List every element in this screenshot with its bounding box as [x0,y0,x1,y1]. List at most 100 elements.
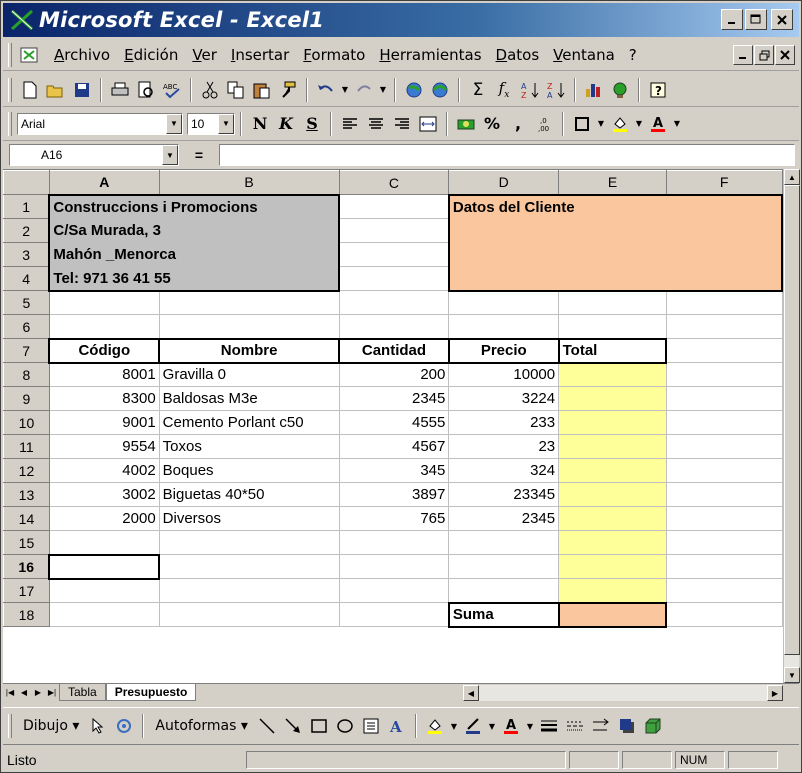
borders-dropdown-icon[interactable]: ▼ [596,112,606,136]
doc-close-button[interactable] [775,45,795,65]
chevron-down-icon[interactable]: ▼ [218,113,234,134]
function-icon[interactable]: fx [492,78,516,102]
total-cell[interactable] [558,386,667,411]
cantidad-cell[interactable]: 4555 [338,410,450,435]
cell[interactable] [448,314,560,339]
cell[interactable] [665,362,783,387]
client-data-cell[interactable] [447,242,783,267]
close-button[interactable] [771,9,793,30]
cell[interactable] [48,530,160,555]
cell[interactable] [665,482,783,507]
cut-icon[interactable] [198,78,222,102]
row-header[interactable]: 17 [3,578,50,603]
text-box-icon[interactable] [359,714,383,738]
row-header[interactable]: 7 [3,338,50,363]
total-cell[interactable] [558,482,667,507]
wordart-icon[interactable]: A [385,714,409,738]
nombre-cell[interactable]: Boques [158,458,340,483]
row-header[interactable]: 9 [3,386,50,411]
menu-herramientas[interactable]: Herramientas [372,46,488,64]
print-icon[interactable] [108,78,132,102]
header-codigo-cell[interactable]: Código [48,337,161,364]
free-rotate-icon[interactable] [112,714,136,738]
cell[interactable] [665,314,783,339]
cell[interactable] [338,290,450,315]
align-right-icon[interactable] [390,112,414,136]
nombre-cell[interactable]: Cemento Porlant c50 [158,410,340,435]
dibujo-menu-button[interactable]: Dibujo ▾ [17,718,85,734]
sort-asc-icon[interactable]: AZ [518,78,542,102]
menu-ventana[interactable]: Ventana [546,46,622,64]
precio-cell[interactable]: 324 [448,458,560,483]
cell[interactable] [665,554,783,579]
font-color-icon[interactable]: A [499,714,523,738]
header-nombre-cell[interactable]: Nombre [158,337,341,364]
cell[interactable] [558,314,667,339]
arrow-tool-icon[interactable] [281,714,305,738]
scroll-thumb[interactable] [784,185,800,655]
excel-app-icon[interactable] [7,6,37,34]
align-center-icon[interactable] [364,112,388,136]
cell[interactable] [158,530,340,555]
cell[interactable] [448,578,560,603]
cell[interactable] [158,578,340,603]
cantidad-cell[interactable]: 765 [338,506,450,531]
italic-icon[interactable]: K [274,112,298,136]
company-city-cell[interactable]: Mahón _Menorca [48,242,341,267]
header-cantidad-cell[interactable]: Cantidad [338,337,450,364]
codigo-cell[interactable]: 9001 [48,410,160,435]
open-icon[interactable] [44,78,68,102]
cell[interactable] [48,290,160,315]
row-header[interactable]: 12 [3,458,50,483]
sort-desc-icon[interactable]: ZA [544,78,568,102]
borders-icon[interactable] [570,112,594,136]
horizontal-scrollbar[interactable]: ◀ ▶ [463,685,783,701]
3d-icon[interactable] [641,714,665,738]
sheet-tab-presupuesto[interactable]: Presupuesto [105,684,197,701]
next-sheet-icon[interactable]: ▶ [31,685,45,701]
cell[interactable] [338,530,450,555]
cell[interactable] [448,290,560,315]
merge-center-icon[interactable] [416,112,440,136]
cell[interactable] [665,290,783,315]
column-header-a[interactable]: A [48,170,160,195]
redo-icon[interactable] [352,78,376,102]
select-all-corner[interactable] [3,170,50,195]
nombre-cell[interactable]: Baldosas M3e [158,386,340,411]
format-painter-icon[interactable] [276,78,300,102]
fill-color-icon[interactable] [608,112,632,136]
cantidad-cell[interactable]: 2345 [338,386,450,411]
help-icon[interactable]: ? [646,78,670,102]
cell[interactable] [338,218,450,243]
column-header-c[interactable]: C [338,170,450,195]
undo-icon[interactable] [314,78,338,102]
cantidad-cell[interactable]: 4567 [338,434,450,459]
cantidad-cell[interactable]: 345 [338,458,450,483]
menu-archivo[interactable]: Archivo [47,46,117,64]
shadow-icon[interactable] [615,714,639,738]
format-toolbar-grip[interactable] [8,111,12,136]
row-header[interactable]: 13 [3,482,50,507]
currency-icon[interactable] [454,112,478,136]
font-color-icon[interactable]: A [646,112,670,136]
line-color-dropdown-icon[interactable]: ▼ [487,714,497,738]
underline-icon[interactable]: S [300,112,324,136]
spelling-icon[interactable]: ABC [160,78,184,102]
menu-help[interactable]: ? [622,46,644,64]
row-header[interactable]: 14 [3,506,50,531]
cell[interactable] [665,506,783,531]
insert-hyperlink-icon[interactable] [402,78,426,102]
fill-dropdown-icon[interactable]: ▼ [449,714,459,738]
save-icon[interactable] [70,78,94,102]
maximize-button[interactable] [745,9,767,30]
align-left-icon[interactable] [338,112,362,136]
chevron-down-icon[interactable]: ▼ [162,145,178,165]
codigo-cell[interactable]: 2000 [48,506,160,531]
total-cell[interactable] [558,554,667,579]
active-cell-a16[interactable] [48,553,161,580]
row-header[interactable]: 5 [3,290,50,315]
cell[interactable] [338,578,450,603]
precio-cell[interactable]: 233 [448,410,560,435]
cell[interactable] [338,554,450,579]
select-objects-icon[interactable] [86,714,110,738]
